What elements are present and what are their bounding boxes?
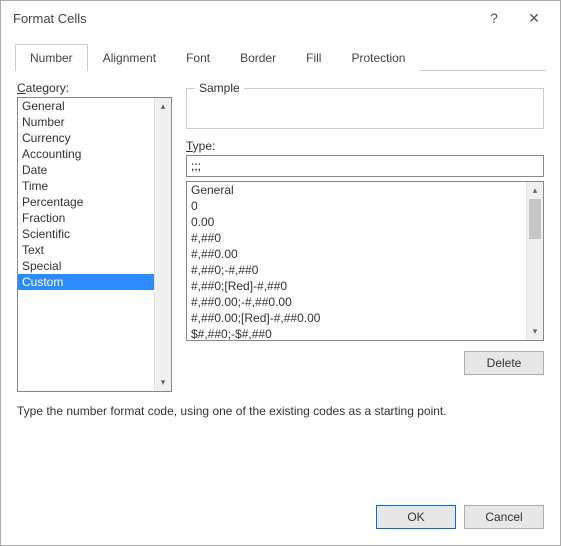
format-cells-dialog: Format Cells ? ✕ Number Alignment Font B… — [0, 0, 561, 546]
tab-protection[interactable]: Protection — [336, 44, 420, 71]
format-item[interactable]: 0 — [187, 198, 526, 214]
category-item[interactable]: Special — [18, 258, 154, 274]
help-text: Type the number format code, using one o… — [17, 404, 544, 418]
type-input[interactable] — [186, 155, 544, 177]
tab-font[interactable]: Font — [171, 44, 225, 71]
sample-label: Sample — [195, 81, 244, 95]
close-icon[interactable]: ✕ — [514, 4, 554, 32]
category-item[interactable]: Time — [18, 178, 154, 194]
scroll-up-icon[interactable]: ▴ — [527, 182, 543, 199]
scroll-down-icon[interactable]: ▾ — [155, 374, 171, 391]
category-item[interactable]: Text — [18, 242, 154, 258]
category-listbox[interactable]: General Number Currency Accounting Date … — [17, 97, 172, 392]
category-item[interactable]: Custom — [18, 274, 154, 290]
dialog-footer: OK Cancel — [1, 491, 560, 545]
help-icon[interactable]: ? — [474, 4, 514, 32]
category-item[interactable]: Scientific — [18, 226, 154, 242]
format-item[interactable]: #,##0.00 — [187, 246, 526, 262]
scroll-thumb[interactable] — [529, 199, 541, 239]
category-label: Category: — [17, 81, 172, 95]
category-scrollbar[interactable]: ▴ ▾ — [154, 98, 171, 391]
category-item[interactable]: General — [18, 98, 154, 114]
scroll-track[interactable] — [155, 115, 171, 374]
format-item[interactable]: 0.00 — [187, 214, 526, 230]
ok-button[interactable]: OK — [376, 505, 456, 529]
format-listbox[interactable]: General 0 0.00 #,##0 #,##0.00 #,##0;-#,#… — [186, 181, 544, 341]
category-item[interactable]: Accounting — [18, 146, 154, 162]
category-item[interactable]: Percentage — [18, 194, 154, 210]
format-item[interactable]: #,##0.00;[Red]-#,##0.00 — [187, 310, 526, 326]
window-title: Format Cells — [13, 11, 474, 26]
sample-group: Sample — [186, 81, 544, 129]
scroll-up-icon[interactable]: ▴ — [155, 98, 171, 115]
format-item[interactable]: #,##0;[Red]-#,##0 — [187, 278, 526, 294]
category-item[interactable]: Fraction — [18, 210, 154, 226]
category-item[interactable]: Date — [18, 162, 154, 178]
format-item[interactable]: #,##0.00;-#,##0.00 — [187, 294, 526, 310]
cancel-button[interactable]: Cancel — [464, 505, 544, 529]
format-item[interactable]: General — [187, 182, 526, 198]
tab-alignment[interactable]: Alignment — [88, 44, 171, 71]
category-item[interactable]: Number — [18, 114, 154, 130]
scroll-track[interactable] — [527, 199, 543, 323]
title-bar: Format Cells ? ✕ — [1, 1, 560, 35]
tab-border[interactable]: Border — [225, 44, 291, 71]
format-item[interactable]: #,##0 — [187, 230, 526, 246]
category-item[interactable]: Currency — [18, 130, 154, 146]
tab-number[interactable]: Number — [15, 44, 88, 71]
type-label: Type: — [186, 139, 544, 153]
tab-strip: Number Alignment Font Border Fill Protec… — [15, 43, 546, 71]
tab-content: Category: General Number Currency Accoun… — [1, 71, 560, 491]
format-item[interactable]: #,##0;-#,##0 — [187, 262, 526, 278]
scroll-down-icon[interactable]: ▾ — [527, 323, 543, 340]
format-item[interactable]: $#,##0;-$#,##0 — [187, 326, 526, 340]
tab-fill[interactable]: Fill — [291, 44, 336, 71]
format-scrollbar[interactable]: ▴ ▾ — [526, 182, 543, 340]
delete-button[interactable]: Delete — [464, 351, 544, 375]
